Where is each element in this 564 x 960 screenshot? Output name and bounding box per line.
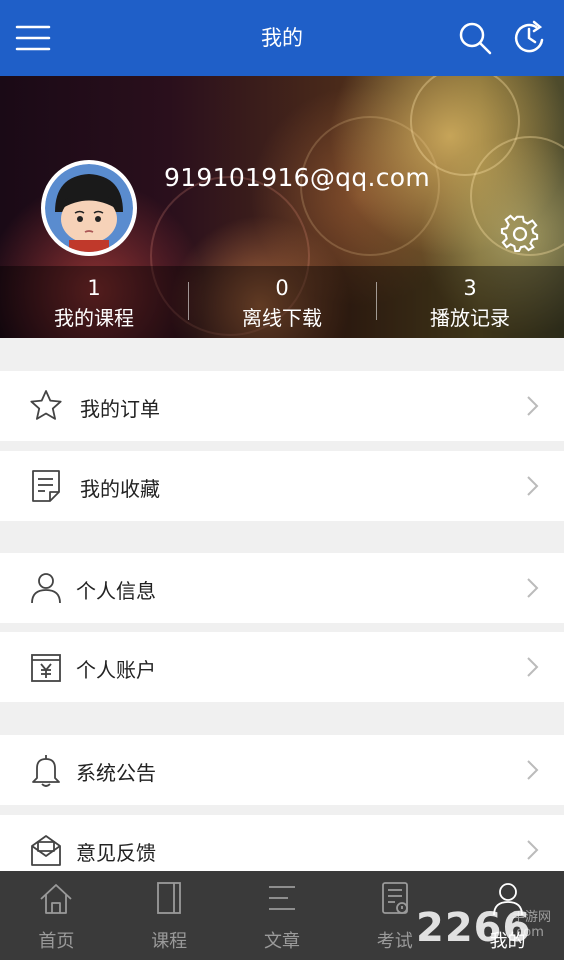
menu-item-label: 个人账户	[76, 658, 156, 682]
nav-label: 首页	[38, 931, 75, 952]
menu-item-favorites[interactable]: 我的收藏	[0, 451, 564, 521]
nav-item-home[interactable]: 首页	[0, 871, 113, 960]
avatar[interactable]	[41, 160, 137, 256]
nav-item-articles[interactable]: 文章	[226, 871, 339, 960]
chevron-right-icon	[520, 838, 544, 862]
watermark-subtext: 手游网 .com	[512, 910, 551, 940]
stat-count: 0	[275, 276, 289, 300]
stat-label: 我的课程	[54, 306, 134, 330]
menu-item-label: 我的收藏	[80, 477, 160, 501]
nav-item-courses[interactable]: 课程	[113, 871, 226, 960]
book-icon	[151, 881, 187, 917]
menu-item-label: 系统公告	[76, 761, 156, 785]
menu-item-label: 个人信息	[76, 579, 156, 603]
top-app-bar: 我的	[0, 0, 564, 76]
home-icon	[38, 881, 74, 917]
envelope-icon	[28, 832, 64, 868]
nav-label: 文章	[263, 931, 300, 952]
stat-offline-downloads[interactable]: 0 离线下载	[188, 266, 376, 338]
watermark-sub-line: 手游网	[512, 910, 552, 925]
stat-count: 1	[87, 276, 101, 300]
wallet-icon	[28, 649, 64, 685]
stat-label: 播放记录	[430, 306, 510, 330]
profile-header: 919101916@qq.com 1 我的课程 0 离线下载 3 播放记录	[0, 76, 564, 338]
list-icon	[264, 881, 300, 917]
nav-label: 课程	[151, 931, 188, 952]
stat-count: 3	[463, 276, 477, 300]
star-icon	[28, 388, 64, 424]
stat-play-history[interactable]: 3 播放记录	[376, 266, 564, 338]
user-icon	[28, 570, 64, 606]
chevron-right-icon	[520, 576, 544, 600]
chevron-right-icon	[520, 394, 544, 418]
stat-my-courses[interactable]: 1 我的课程	[0, 266, 188, 338]
document-icon	[28, 468, 64, 504]
search-icon[interactable]	[456, 18, 496, 58]
exam-icon	[377, 881, 413, 917]
menu-item-account[interactable]: 个人账户	[0, 632, 564, 702]
chevron-right-icon	[520, 655, 544, 679]
menu-item-orders[interactable]: 我的订单	[0, 371, 564, 441]
watermark-sub-line: .com	[512, 925, 544, 940]
chevron-right-icon	[520, 474, 544, 498]
history-icon[interactable]	[510, 18, 550, 58]
menu-item-personal-info[interactable]: 个人信息	[0, 553, 564, 623]
user-email: 919101916@qq.com	[164, 163, 431, 192]
profile-stats: 1 我的课程 0 离线下载 3 播放记录	[0, 266, 564, 338]
bell-icon	[28, 752, 64, 788]
gear-icon[interactable]	[500, 214, 540, 254]
stat-label: 离线下载	[242, 306, 322, 330]
chevron-right-icon	[520, 758, 544, 782]
menu-item-label: 我的订单	[80, 397, 160, 421]
menu-item-label: 意见反馈	[76, 841, 156, 865]
menu-item-announcements[interactable]: 系统公告	[0, 735, 564, 805]
